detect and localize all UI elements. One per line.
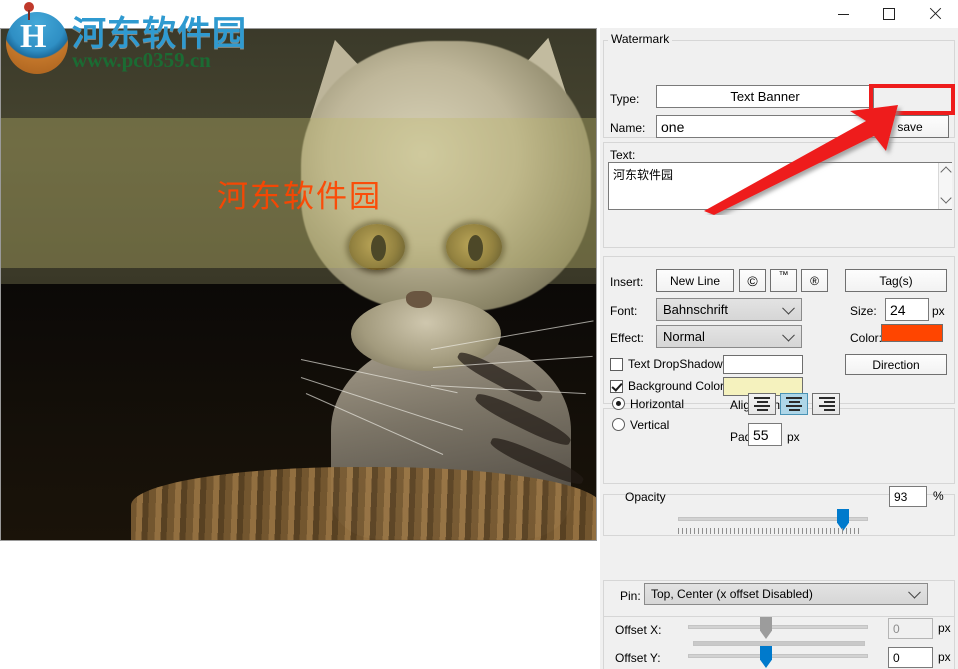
insert-label: Insert: [610,275,644,289]
orientation-horizontal-radio[interactable] [612,397,625,410]
insert-copyright-button[interactable]: © [739,269,766,292]
minimize-icon [837,13,849,15]
insert-trademark-button[interactable]: ™ [770,269,797,292]
text-drop-shadow-label: Text DropShadow [628,357,723,371]
application-window: 河东软件园 H 河东软件园 www.pc0359.cn Watermark Ty… [0,0,958,669]
orientation-vertical-label: Vertical [630,418,670,432]
offset-x-label: Offset X: [615,623,662,637]
orientation-horizontal-label: Horizontal [630,397,685,411]
insert-new-line-button[interactable]: New Line [656,269,734,292]
background-color-label: Background Color [628,379,725,393]
background-color-checkbox[interactable] [610,380,623,393]
size-unit-label: px [932,304,945,318]
watermark-text-input[interactable]: 河东软件园 [608,162,952,210]
title-bar [0,0,958,29]
pin-label: Pin: [620,589,641,603]
direction-button[interactable]: Direction [845,354,947,375]
opacity-slider-ticks [678,528,862,534]
align-center-button[interactable] [780,393,808,415]
pin-value: Top, Center (x offset Disabled) [651,587,813,601]
maximize-icon [883,8,895,20]
close-icon [929,8,941,20]
opacity-input[interactable]: 93 [889,486,927,507]
text-color-swatch[interactable] [881,324,943,342]
cat-nose [406,291,432,308]
effect-select[interactable]: Normal [656,325,802,348]
offset-y-label: Offset Y: [615,651,661,665]
watermark-preview-text: 河东软件园 [217,178,382,215]
chevron-down-icon [908,585,921,599]
color-label: Color: [850,331,883,345]
close-button[interactable] [912,0,958,28]
basket [131,467,596,540]
size-input[interactable]: 24 [885,298,929,321]
name-input[interactable]: one [656,115,874,138]
type-label: Type: [610,92,640,106]
text-label: Text: [610,148,636,162]
align-left-button[interactable] [748,393,776,415]
offset-y-unit-label: px [938,650,951,664]
insert-tags-button[interactable]: Tag(s) [845,269,947,292]
offset-x-slider-track [688,625,868,629]
chevron-down-icon [940,192,952,204]
effect-label: Effect: [610,331,644,345]
offset-y-input[interactable]: 0 [888,647,933,668]
watermark-banner-preview: 河东软件园 [1,118,596,268]
watermark-settings-panel: Watermark Type: Text Banner Name: one sa… [600,28,958,669]
insert-registered-button[interactable]: ® [801,269,828,292]
font-family-select[interactable]: Bahnschrift [656,298,802,321]
align-right-icon [819,397,835,399]
text-drop-shadow-checkbox[interactable] [610,358,623,371]
orientation-vertical-radio[interactable] [612,418,625,431]
drop-shadow-color-swatch[interactable] [723,355,803,374]
chevron-down-icon [782,301,795,315]
image-preview-pane[interactable]: 河东软件园 [0,28,597,541]
pin-select[interactable]: Top, Center (x offset Disabled) [644,583,928,605]
offset-y-slider-track[interactable] [688,654,868,658]
maximize-button[interactable] [866,0,912,28]
chevron-up-icon [940,166,952,178]
watermark-group-title: Watermark [608,32,673,46]
offset-x-unit-label: px [938,621,951,635]
effect-value: Normal [663,329,705,344]
type-field[interactable]: Text Banner [656,85,874,108]
minimize-button[interactable] [820,0,866,28]
opacity-unit-label: % [933,489,944,503]
padding-input[interactable]: 55 [748,423,782,446]
name-label: Name: [610,121,646,135]
size-label: Size: [850,304,877,318]
align-right-button[interactable] [812,393,840,415]
font-label: Font: [610,304,638,318]
chevron-down-icon [782,328,795,342]
align-left-icon [754,397,770,399]
offset-x-slider-ticks [693,641,865,646]
opacity-label: Opacity [625,490,666,504]
padding-unit-label: px [787,430,800,444]
save-button[interactable]: save [871,115,949,138]
offset-x-input: 0 [888,618,933,639]
text-scrollbar[interactable] [938,163,952,209]
font-family-value: Bahnschrift [663,302,729,317]
align-center-icon [786,397,802,399]
preview-photo: 河东软件园 [1,29,596,540]
